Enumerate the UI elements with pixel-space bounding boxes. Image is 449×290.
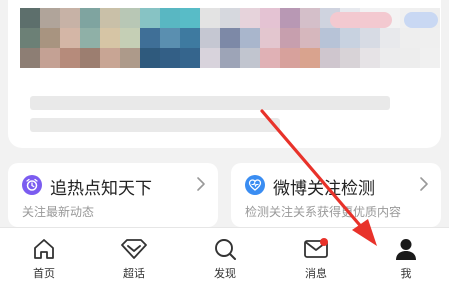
card-subtitle: 关注最新动态 (22, 205, 95, 219)
tab-messages[interactable]: 消息 (286, 236, 346, 286)
blurred-pixel (40, 48, 60, 68)
blurred-pixel (240, 8, 260, 28)
card-title: 微博关注检测 (273, 179, 375, 199)
heart-pulse-icon (245, 175, 265, 195)
tab-label: 消息 (305, 267, 327, 280)
blurred-badge (330, 12, 392, 28)
blurred-pixel (180, 48, 200, 68)
blurred-pixel (20, 28, 40, 48)
blurred-pixel (160, 48, 180, 68)
tab-discover[interactable]: 发现 (195, 236, 255, 286)
blurred-pixel (180, 28, 200, 48)
blurred-pixel (340, 48, 360, 68)
blurred-pixel (40, 28, 60, 48)
card-title: 追热点知天下 (50, 179, 152, 199)
blurred-pixel (340, 28, 360, 48)
blurred-pixel (160, 28, 180, 48)
chevron-right-icon (197, 177, 205, 191)
blurred-pixel (100, 48, 120, 68)
unread-badge (320, 238, 328, 246)
blurred-pixel (220, 8, 240, 28)
blurred-pixel (380, 28, 400, 48)
blurred-pixel (400, 48, 420, 68)
blurred-pixel (60, 28, 80, 48)
blurred-pixel (140, 8, 160, 28)
blurred-pixel (360, 28, 380, 48)
blurred-pixel (300, 8, 320, 28)
blurred-pixel (20, 8, 40, 28)
blurred-pixel (80, 8, 100, 28)
blurred-pixel (60, 48, 80, 68)
blurred-pixel (80, 48, 100, 68)
blurred-pixel (320, 48, 340, 68)
hot-topics-card[interactable]: 追热点知天下 关注最新动态 (8, 163, 218, 227)
blurred-pixel (200, 28, 220, 48)
blurred-pixel (200, 8, 220, 28)
blurred-text-line (30, 96, 390, 110)
blurred-pixel (420, 48, 440, 68)
blurred-pixel (380, 48, 400, 68)
tab-home[interactable]: 首页 (14, 236, 74, 286)
blurred-pixel (260, 48, 280, 68)
blurred-pixel (220, 28, 240, 48)
tab-label: 发现 (214, 267, 236, 280)
blurred-pixel (400, 28, 420, 48)
blurred-pixel (40, 8, 60, 28)
tab-label: 首页 (33, 267, 55, 280)
alarm-clock-icon (22, 175, 42, 195)
blurred-pixel (280, 28, 300, 48)
tab-label: 我 (400, 267, 412, 280)
blurred-text-line (30, 118, 280, 132)
blurred-pixel (300, 48, 320, 68)
blurred-pixel (120, 28, 140, 48)
blurred-pixel (120, 48, 140, 68)
blurred-badge (404, 12, 438, 28)
follow-check-card[interactable]: 微博关注检测 检测关注关系获得更优质内容 (231, 163, 441, 227)
blurred-pixel (360, 48, 380, 68)
blurred-pixel (100, 8, 120, 28)
blurred-pixel (240, 28, 260, 48)
blurred-pixel (100, 28, 120, 48)
blurred-pixel (140, 28, 160, 48)
blurred-pixel (120, 8, 140, 28)
tab-super-topic[interactable]: 超话 (104, 236, 164, 286)
blurred-pixel (240, 48, 260, 68)
blurred-pixel (200, 48, 220, 68)
blurred-pixel (260, 28, 280, 48)
blurred-pixel (280, 8, 300, 28)
blurred-pixel (80, 28, 100, 48)
blurred-pixel (140, 48, 160, 68)
bottom-tab-bar: 首页 超话 发现 消息 我 (0, 227, 449, 290)
tab-label: 超话 (123, 267, 145, 280)
blurred-pixel (280, 48, 300, 68)
blurred-pixel (320, 28, 340, 48)
blurred-pixel (60, 8, 80, 28)
top-content-card[interactable] (8, 0, 441, 148)
chevron-right-icon (420, 177, 428, 191)
tab-me[interactable]: 我 (376, 236, 436, 286)
profile-icon (396, 239, 416, 260)
search-icon (215, 239, 236, 260)
blurred-pixel (160, 8, 180, 28)
blurred-pixel (220, 48, 240, 68)
blurred-pixel (300, 28, 320, 48)
blurred-pixel (420, 28, 440, 48)
blurred-pixel (180, 8, 200, 28)
diamond-icon (121, 239, 147, 259)
home-icon (34, 239, 54, 259)
blurred-pixel (20, 48, 40, 68)
card-subtitle: 检测关注关系获得更优质内容 (245, 205, 402, 219)
blurred-pixel (260, 8, 280, 28)
